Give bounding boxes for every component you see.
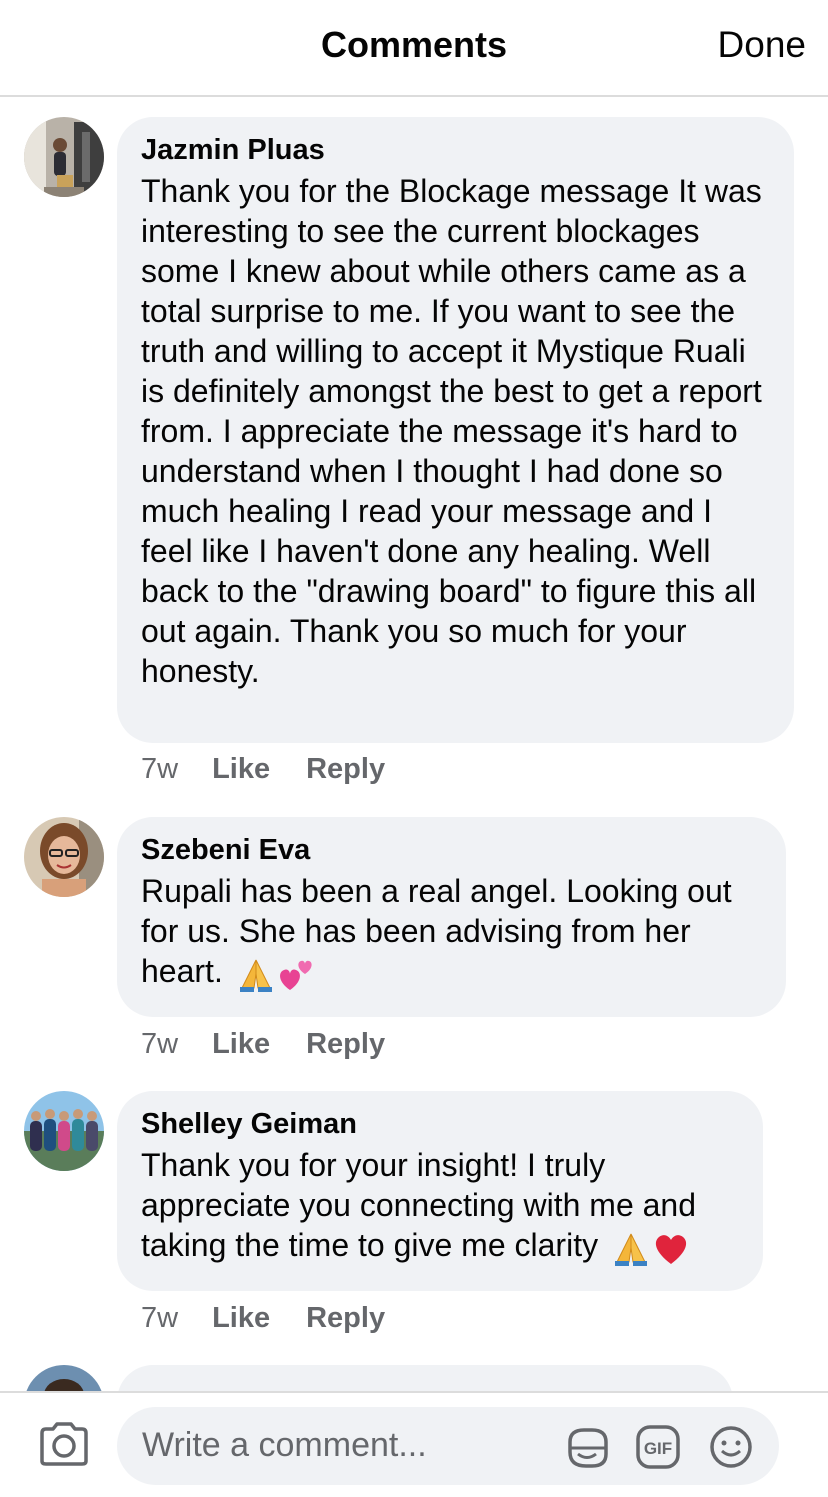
comment-composer: Write a comment... GIF	[0, 1391, 828, 1497]
camera-icon[interactable]	[38, 1421, 90, 1467]
red-heart-icon	[655, 1234, 687, 1264]
avatar[interactable]	[24, 817, 104, 897]
comment-input[interactable]: Write a comment... GIF	[117, 1407, 779, 1485]
comment-timestamp[interactable]: 7w	[141, 753, 178, 786]
done-button[interactable]: Done	[718, 24, 806, 66]
comment-input-placeholder: Write a comment...	[142, 1426, 427, 1464]
emoji-icon[interactable]	[708, 1424, 754, 1470]
comment-bubble[interactable]: Shelley Geiman Thank you for your insigh…	[117, 1091, 763, 1291]
folded-hands-icon	[614, 1233, 647, 1266]
comment-actions: 7w Like Reply	[141, 1028, 421, 1061]
sticker-icon[interactable]	[564, 1424, 610, 1470]
gif-icon[interactable]: GIF	[635, 1424, 681, 1470]
reply-button[interactable]: Reply	[306, 1302, 385, 1335]
reply-button[interactable]: Reply	[306, 753, 385, 786]
like-button[interactable]: Like	[212, 1302, 270, 1335]
comment-timestamp[interactable]: 7w	[141, 1028, 178, 1061]
header-bar: Comments Done	[0, 0, 828, 97]
comment-text: Rupali has been a real angel. Looking ou…	[141, 871, 762, 994]
comment-bubble[interactable]	[117, 1365, 733, 1391]
comment-author[interactable]: Szebeni Eva	[141, 833, 762, 867]
like-button[interactable]: Like	[212, 753, 270, 786]
two-hearts-icon	[279, 960, 312, 990]
comment-actions: 7w Like Reply	[141, 1302, 421, 1335]
comments-list[interactable]: Jazmin Pluas Thank you for the Blockage …	[0, 97, 828, 1391]
gif-label: GIF	[644, 1439, 672, 1458]
comment-bubble[interactable]: Jazmin Pluas Thank you for the Blockage …	[117, 117, 794, 743]
avatar[interactable]	[24, 1365, 104, 1391]
avatar[interactable]	[24, 1091, 104, 1171]
comment-timestamp[interactable]: 7w	[141, 1302, 178, 1335]
comment-text: Thank you for your insight! I truly appr…	[141, 1145, 739, 1268]
comment-bubble[interactable]: Szebeni Eva Rupali has been a real angel…	[117, 817, 786, 1017]
comment-text-content: Rupali has been a real angel. Looking ou…	[141, 873, 732, 989]
avatar[interactable]	[24, 117, 104, 197]
comment-author[interactable]: Shelley Geiman	[141, 1107, 739, 1141]
folded-hands-icon	[239, 959, 272, 992]
reply-button[interactable]: Reply	[306, 1028, 385, 1061]
like-button[interactable]: Like	[212, 1028, 270, 1061]
page-title: Comments	[320, 24, 508, 65]
comment-actions: 7w Like Reply	[141, 753, 421, 786]
comment-author[interactable]: Jazmin Pluas	[141, 133, 770, 167]
comment-text: Thank you for the Blockage message It wa…	[141, 173, 762, 689]
